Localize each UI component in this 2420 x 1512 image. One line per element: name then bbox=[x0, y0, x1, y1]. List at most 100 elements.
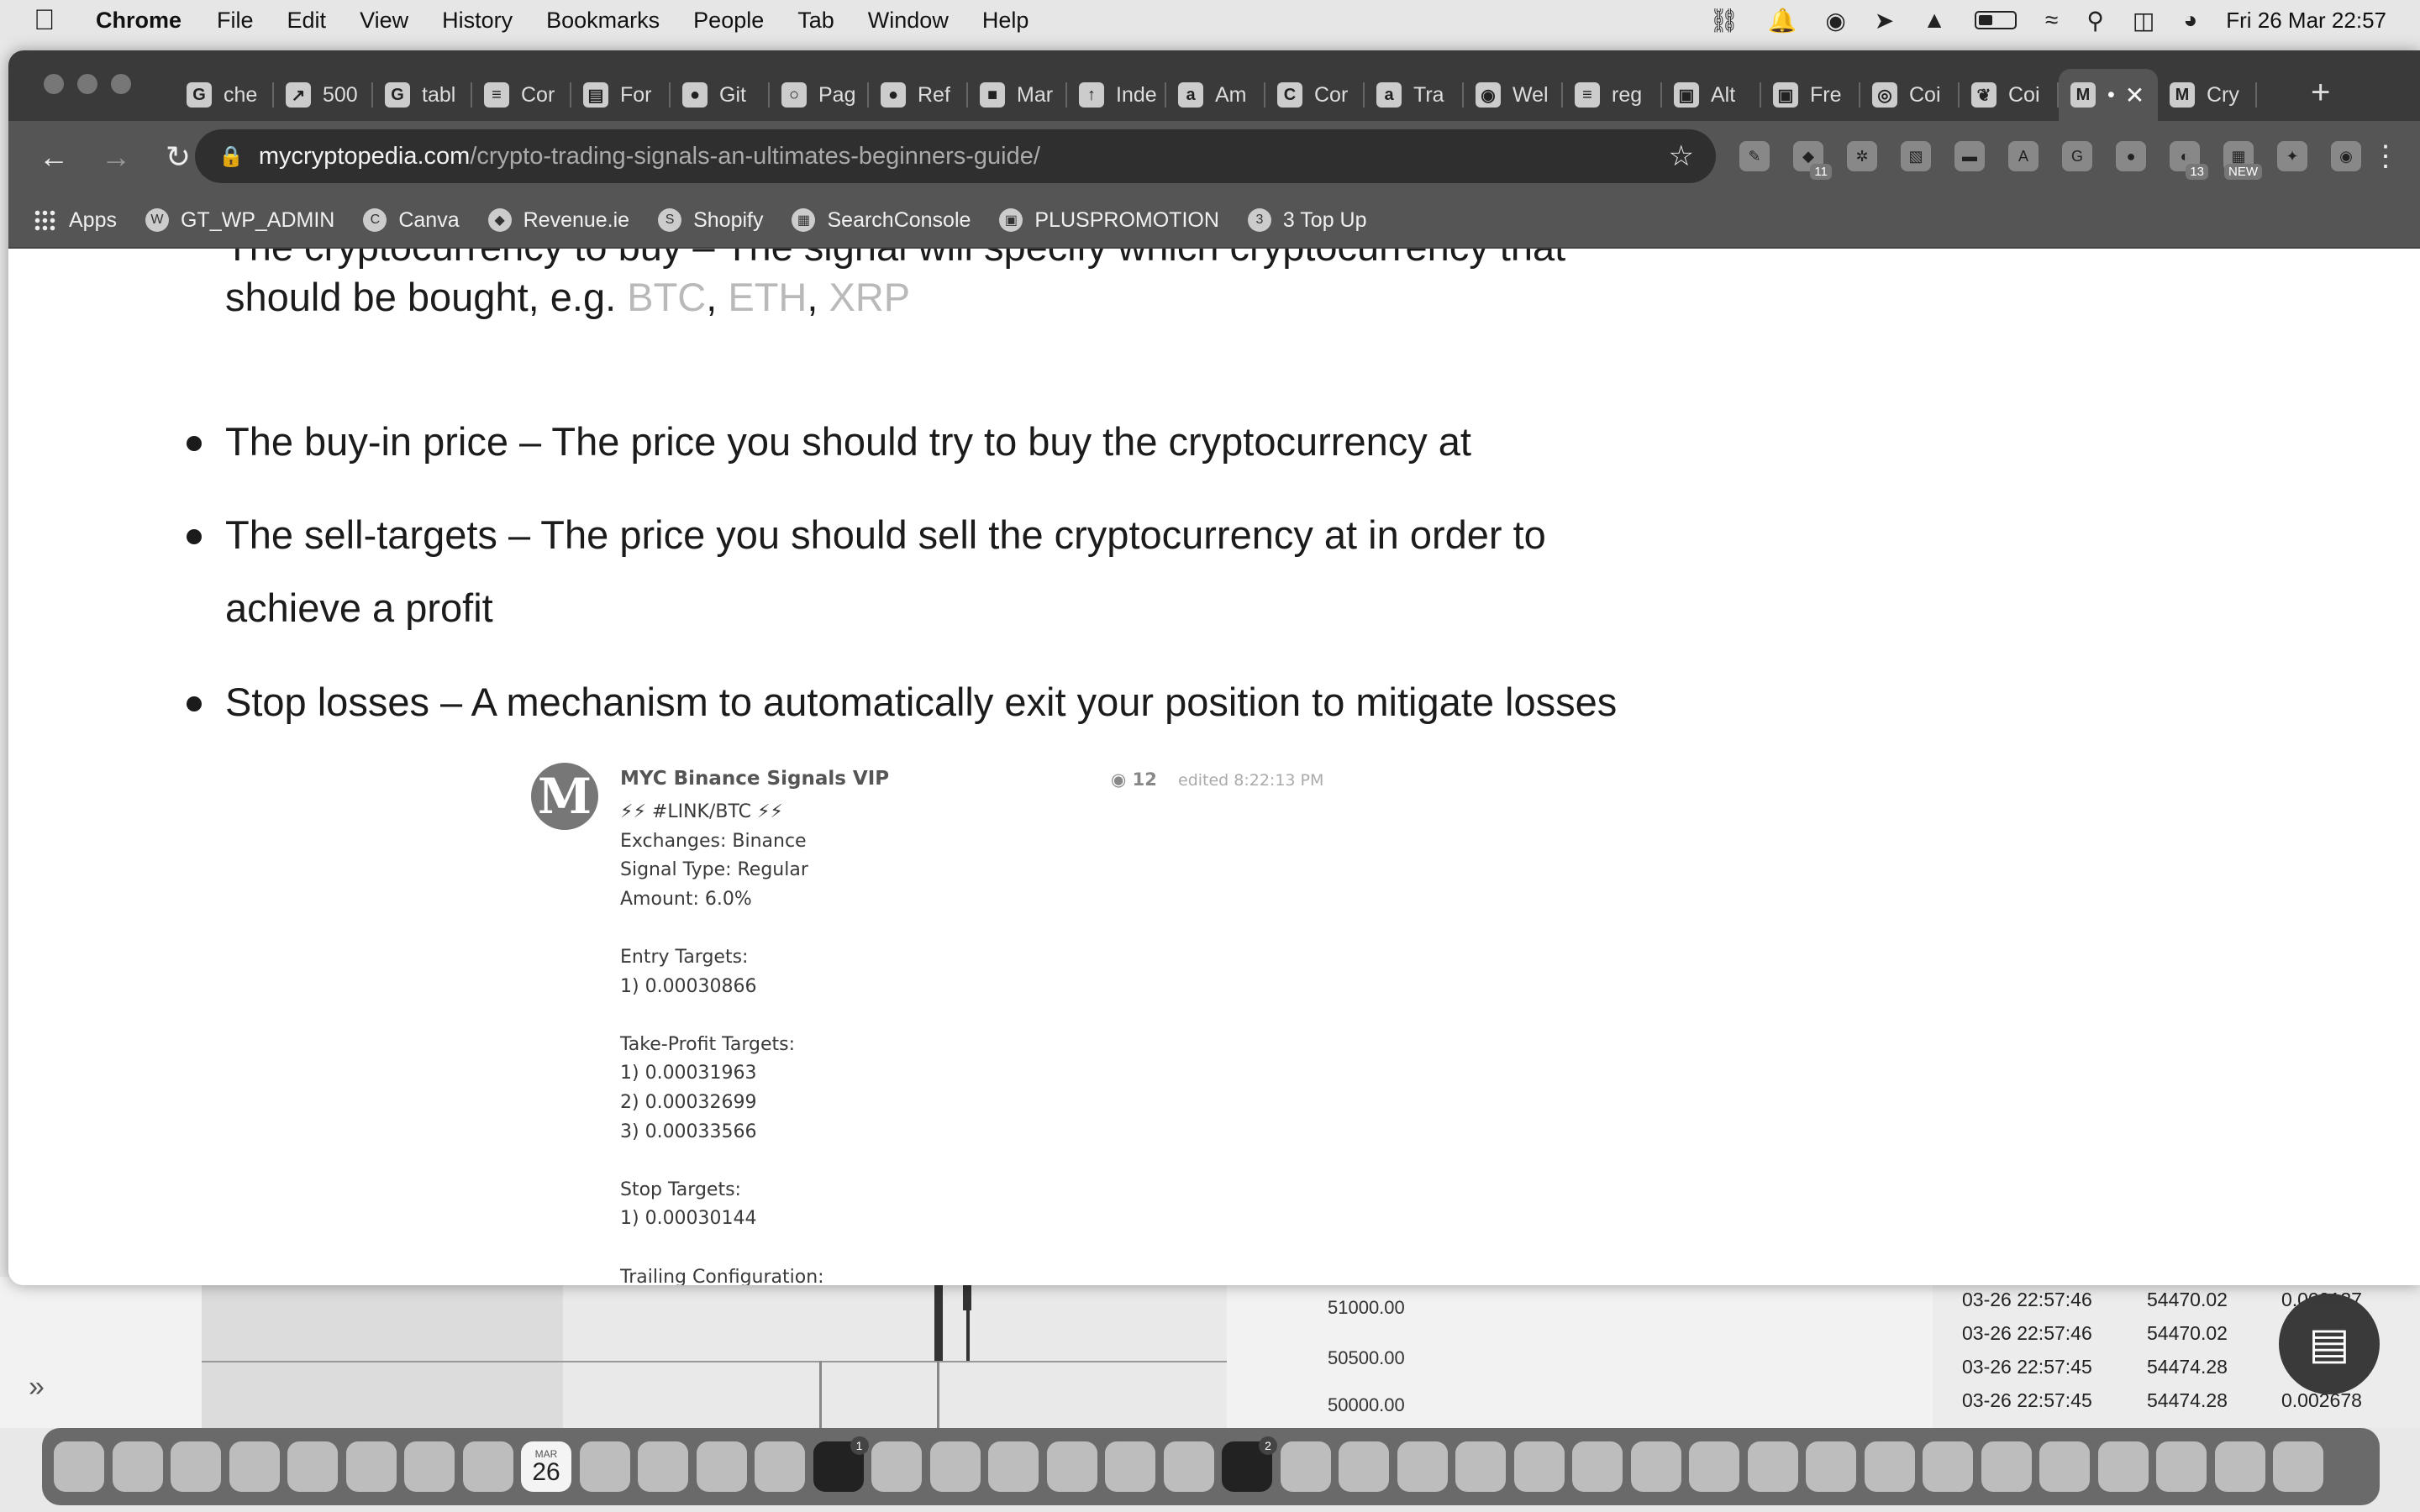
browser-tab[interactable]: ▣ Alt bbox=[1662, 69, 1761, 121]
browser-tab[interactable]: ○ Pag bbox=[770, 69, 869, 121]
help-icon[interactable] bbox=[871, 1441, 922, 1492]
vlc-icon[interactable]: ▲ bbox=[1923, 7, 1946, 34]
menu-window[interactable]: Window bbox=[868, 8, 949, 34]
menu-clock[interactable]: Fri 26 Mar 22:57 bbox=[2226, 8, 2386, 34]
menu-tab[interactable]: Tab bbox=[797, 8, 834, 34]
vlc-dock-icon[interactable] bbox=[1747, 1441, 1798, 1492]
messenger-icon[interactable] bbox=[1864, 1441, 1915, 1492]
extension-icon[interactable]: ◆ 11 bbox=[1793, 141, 1832, 180]
messages-icon[interactable] bbox=[229, 1441, 280, 1492]
window-zoom-button[interactable] bbox=[111, 74, 131, 94]
bookmark-gt-wp-admin[interactable]: W GT_WP_ADMIN bbox=[145, 208, 334, 233]
extension-icon[interactable]: ● bbox=[2116, 141, 2146, 171]
browser-tab[interactable]: ≡ Cor bbox=[472, 69, 571, 121]
notes-icon[interactable] bbox=[755, 1441, 805, 1492]
spotlight-search-icon[interactable]: ⚲ bbox=[2086, 7, 2104, 34]
finder-icon[interactable] bbox=[54, 1441, 104, 1492]
wifi-icon[interactable]: ≈ bbox=[2045, 7, 2058, 34]
trash-icon[interactable] bbox=[2273, 1441, 2323, 1492]
dark-app-icon[interactable] bbox=[1280, 1441, 1331, 1492]
extension-icon[interactable]: G bbox=[2062, 141, 2092, 171]
reminders-icon[interactable] bbox=[696, 1441, 747, 1492]
menu-people[interactable]: People bbox=[693, 8, 764, 34]
activity-monitor-icon[interactable] bbox=[1339, 1441, 1389, 1492]
excel-icon[interactable] bbox=[1981, 1441, 2032, 1492]
extension-icon[interactable]: A bbox=[2008, 141, 2039, 171]
web-page[interactable]: The cryptocurrency to buy – The signal w… bbox=[8, 249, 2420, 1285]
control-center-icon[interactable]: ◫ bbox=[2133, 7, 2154, 34]
apple-menu-icon[interactable]:  bbox=[34, 4, 77, 37]
browser-tab[interactable]: ≡ reg bbox=[1563, 69, 1662, 121]
browser-tab[interactable]: ↑ Inde bbox=[1067, 69, 1166, 121]
forklift-icon[interactable]: ⛓ bbox=[1709, 7, 1739, 34]
back-button[interactable]: ← bbox=[37, 139, 71, 175]
bookmark-apps[interactable]: Apps bbox=[8, 208, 117, 233]
bookmark-3-top-up[interactable]: 3 3 Top Up bbox=[1247, 208, 1367, 233]
menu-history[interactable]: History bbox=[442, 8, 513, 34]
menu-help[interactable]: Help bbox=[982, 8, 1029, 34]
browser-tab[interactable]: ❦ Coi bbox=[1960, 69, 2059, 121]
lock-icon[interactable]: 🔒 bbox=[218, 144, 244, 169]
extension-icon[interactable]: ✦ bbox=[2277, 141, 2307, 171]
browser-tab[interactable]: ■ Mar bbox=[968, 69, 1067, 121]
preferences-icon[interactable]: 2 bbox=[1222, 1436, 1277, 1492]
spider-icon[interactable] bbox=[1806, 1441, 1856, 1492]
coin-link-xrp[interactable]: XRP bbox=[829, 275, 910, 319]
window-minimize-button[interactable] bbox=[77, 74, 97, 94]
textedit-icon[interactable] bbox=[2156, 1441, 2207, 1492]
contacts-icon[interactable] bbox=[638, 1441, 688, 1492]
telegram-dock-icon[interactable] bbox=[1572, 1441, 1623, 1492]
browser-tab[interactable]: ▣ Fre bbox=[1761, 69, 1860, 121]
extension-icon[interactable]: ◐ 13 bbox=[2170, 141, 2208, 180]
coin-link-btc[interactable]: BTC bbox=[627, 275, 706, 319]
extension-icon[interactable]: ▦ NEW bbox=[2223, 141, 2262, 180]
battery-icon[interactable] bbox=[1974, 11, 2017, 29]
browser-tab[interactable]: ◎ Coi bbox=[1860, 69, 1960, 121]
browser-tab[interactable]: ◉ Wel bbox=[1464, 69, 1563, 121]
file-icon[interactable] bbox=[2214, 1441, 2265, 1492]
launchpad-icon[interactable] bbox=[112, 1441, 163, 1492]
menu-app-name[interactable]: Chrome bbox=[96, 8, 182, 34]
calendar-icon[interactable]: MAR 26 bbox=[521, 1441, 571, 1492]
bookmark-canva[interactable]: C Canva bbox=[363, 208, 460, 233]
bookmark-searchconsole[interactable]: ▦ SearchConsole bbox=[792, 208, 971, 233]
extension-icon[interactable]: ◉ bbox=[2331, 141, 2361, 171]
maps-icon[interactable] bbox=[345, 1441, 397, 1492]
browser-tab[interactable]: a Am bbox=[1166, 69, 1265, 121]
chat-support-button[interactable]: ▤ bbox=[2279, 1294, 2380, 1394]
browser-tab[interactable]: Gtabl bbox=[373, 69, 472, 121]
photos-icon[interactable] bbox=[404, 1441, 455, 1492]
tab-close-icon[interactable]: ✕ bbox=[2125, 81, 2144, 109]
browser-tab[interactable]: a Tra bbox=[1365, 69, 1464, 121]
downloads-icon[interactable] bbox=[579, 1441, 630, 1492]
apple-tv-icon[interactable]: 1 bbox=[813, 1436, 869, 1492]
chrome-menu-icon[interactable]: ⋮ bbox=[2371, 139, 2400, 173]
storage-icon[interactable] bbox=[2097, 1441, 2149, 1492]
browser-tab[interactable]: ▤ For bbox=[571, 69, 671, 121]
menu-edit[interactable]: Edit bbox=[287, 8, 327, 34]
sublime-icon[interactable] bbox=[1630, 1441, 1681, 1492]
telegram-icon[interactable]: ➤ bbox=[1875, 7, 1894, 34]
coin-link-eth[interactable]: ETH bbox=[728, 275, 807, 319]
forward-button[interactable]: → bbox=[99, 139, 133, 175]
whatsapp-icon[interactable] bbox=[1397, 1441, 1448, 1492]
chrome-dock-icon[interactable] bbox=[1163, 1441, 1214, 1492]
expand-chevrons-icon[interactable]: » bbox=[29, 1371, 45, 1404]
new-tab-button[interactable]: + bbox=[2311, 74, 2330, 112]
browser-tab[interactable]: ● Git bbox=[671, 69, 770, 121]
window-close-button[interactable] bbox=[44, 74, 64, 94]
music-icon[interactable] bbox=[929, 1441, 981, 1492]
extension-icon[interactable]: ✎ bbox=[1739, 141, 1770, 171]
forklift-dock-icon[interactable] bbox=[1455, 1441, 1506, 1492]
browser-tab[interactable]: M Cry bbox=[2158, 69, 2257, 121]
extension-icon[interactable]: ▧ bbox=[1901, 141, 1931, 171]
screenshot-icon[interactable] bbox=[1923, 1441, 1973, 1492]
podcasts-icon[interactable] bbox=[988, 1441, 1039, 1492]
menu-bookmarks[interactable]: Bookmarks bbox=[546, 8, 660, 34]
browser-tab[interactable]: C Cor bbox=[1265, 69, 1365, 121]
browser-tab[interactable]: Gche bbox=[175, 69, 274, 121]
extension-icon[interactable]: ▬ bbox=[1954, 141, 1985, 171]
system-preferences-icon[interactable] bbox=[1105, 1441, 1155, 1492]
menu-view[interactable]: View bbox=[360, 8, 408, 34]
document-icon[interactable] bbox=[2039, 1441, 2090, 1492]
